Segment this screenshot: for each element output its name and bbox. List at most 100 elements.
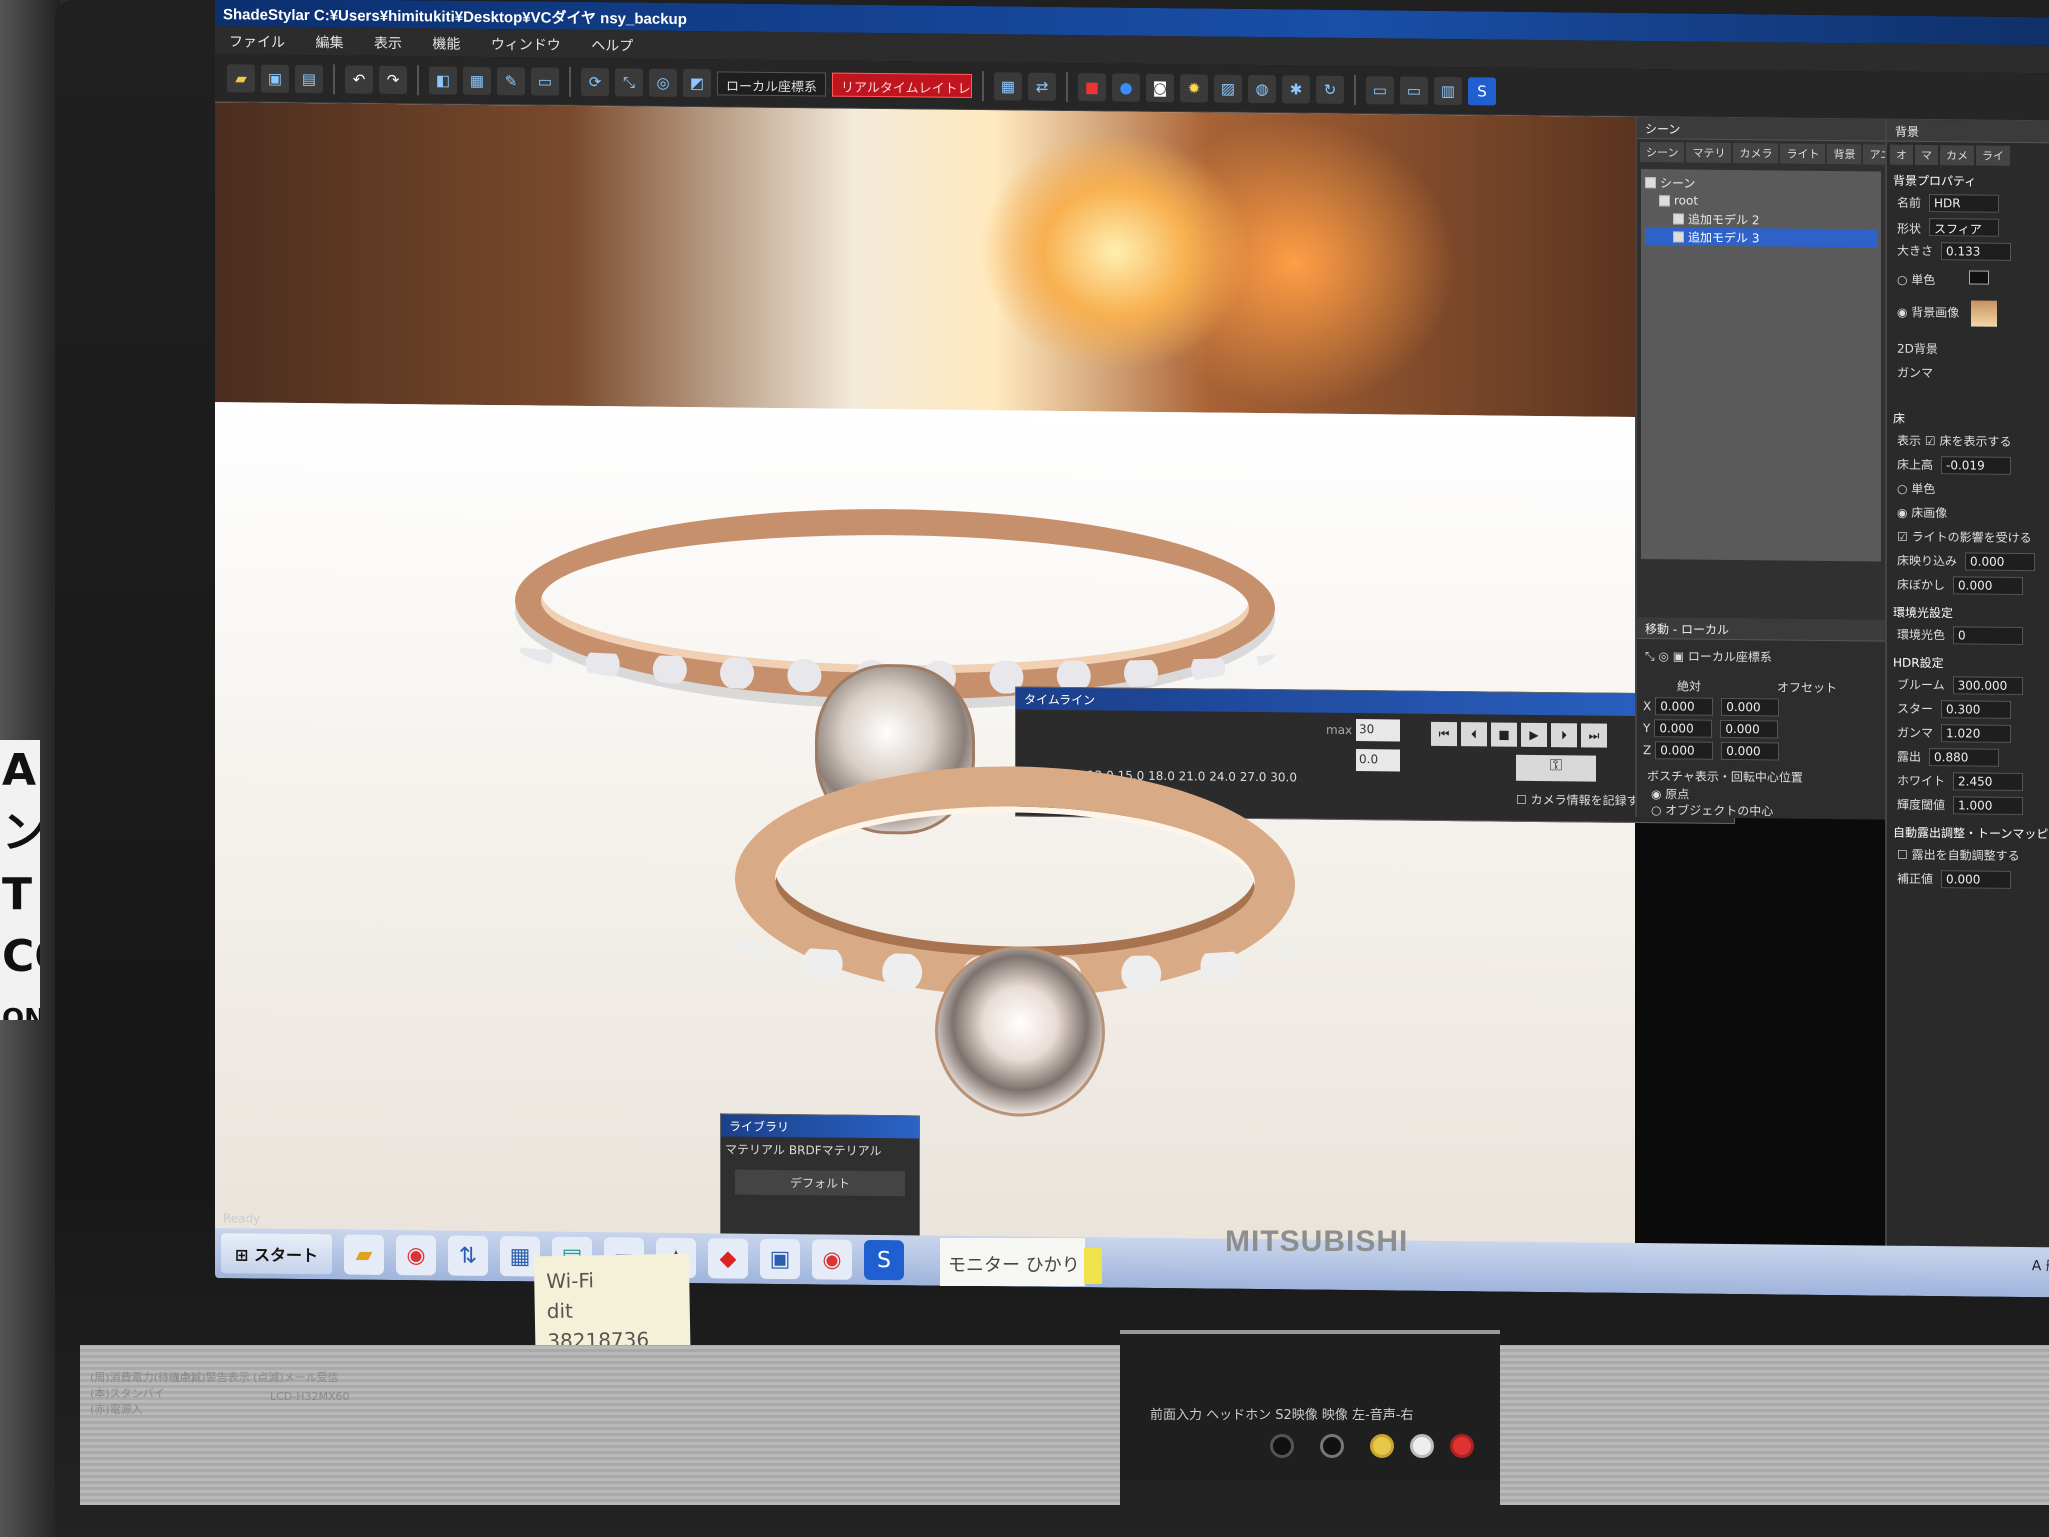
tree-row-selected[interactable]: 追加モデル 3	[1645, 227, 1877, 248]
floor-section[interactable]: 床	[1893, 410, 1905, 427]
size-input[interactable]: 0.133	[1941, 242, 2012, 261]
timeline-current-input[interactable]: 0.0	[1356, 749, 1400, 772]
timeline-title[interactable]: タイムライン	[1016, 687, 1734, 718]
tab-camera[interactable]: カメラ	[1733, 143, 1779, 164]
visibility-checkbox[interactable]	[1673, 212, 1684, 224]
tone-icon[interactable]: ✱	[1282, 74, 1311, 104]
bg-props-section[interactable]: 背景プロパティ	[1893, 172, 1976, 190]
abs-z-input[interactable]: 0.000	[1655, 741, 1714, 760]
exposure-input[interactable]: 0.880	[1929, 748, 2000, 767]
menu-view[interactable]: 表示	[374, 36, 402, 52]
star-input[interactable]: 0.300	[1941, 700, 2012, 719]
camera-icon[interactable]: ◙	[1146, 73, 1175, 102]
swap-icon[interactable]: ⇄	[1028, 72, 1057, 101]
folder-icon[interactable]: ▰	[344, 1234, 384, 1275]
correct-input[interactable]: 0.000	[1941, 870, 2012, 889]
tab-light[interactable]: ライト	[1780, 143, 1826, 164]
brush-icon[interactable]: ✎	[497, 66, 525, 95]
tab-material[interactable]: マテリアル	[725, 1140, 785, 1158]
light-bulb-icon[interactable]: ✹	[1180, 73, 1209, 103]
save-icon[interactable]: ▣	[261, 64, 289, 93]
tab-light[interactable]: ライ	[1976, 145, 2010, 166]
menu-file[interactable]: ファイル	[229, 34, 285, 51]
monitor-icon[interactable]: ▭	[1400, 76, 1429, 105]
floor-show-checkbox[interactable]: ☑	[1925, 434, 1936, 448]
library-title[interactable]: ライブラリ	[721, 1114, 919, 1139]
chrome-icon-2[interactable]: ◉	[812, 1239, 852, 1280]
shape-select[interactable]: スフィア	[1929, 218, 2000, 237]
keyframe-key-button[interactable]: ⚿	[1516, 754, 1596, 782]
orbit-icon[interactable]: ◎	[649, 68, 677, 97]
3d-viewport[interactable]	[215, 102, 1635, 1267]
abs-x-input[interactable]: 0.000	[1655, 697, 1714, 716]
menu-function[interactable]: 機能	[432, 36, 460, 52]
display-icon[interactable]: ▭	[531, 66, 559, 96]
bg-image-radio[interactable]: ◉ 背景画像	[1897, 300, 1998, 327]
chrome-icon[interactable]: ◉	[396, 1235, 436, 1276]
step-back-icon[interactable]: ⏴	[1461, 722, 1487, 747]
render-grid-icon[interactable]: ▦	[994, 71, 1023, 101]
env-input[interactable]: 0	[1953, 626, 2024, 646]
grid-icon[interactable]: ▦	[463, 66, 491, 95]
menu-help[interactable]: ヘルプ	[591, 38, 633, 54]
app-diamond-icon[interactable]: ◆	[708, 1238, 748, 1279]
rotate-icon[interactable]: ⟳	[581, 67, 609, 96]
tab-camera[interactable]: カメ	[1940, 145, 1974, 166]
timeline-max-input[interactable]: 30	[1356, 719, 1400, 742]
gamma-input[interactable]: 1.020	[1941, 724, 2012, 743]
skip-start-icon[interactable]: ⏮	[1431, 721, 1457, 747]
bg-image-thumbnail[interactable]	[1971, 300, 1998, 327]
floor-single-radio[interactable]: ○ 単色	[1897, 480, 1935, 497]
abs-y-input[interactable]: 0.000	[1654, 719, 1713, 738]
tab-material[interactable]: マ	[1915, 144, 1938, 166]
offset-y-input[interactable]: 0.000	[1720, 719, 1779, 739]
offset-x-input[interactable]: 0.000	[1721, 697, 1780, 717]
play-icon[interactable]: ▶	[1521, 722, 1547, 748]
globe-icon[interactable]: ◍	[1248, 74, 1277, 103]
visibility-checkbox[interactable]	[1673, 230, 1684, 242]
background-icon[interactable]: ▨	[1214, 74, 1243, 103]
clamp-input[interactable]: 1.000	[1953, 796, 2024, 816]
tree-row[interactable]: シーン	[1645, 173, 1877, 193]
system-tray[interactable]: A 般 ☺ ◆	[2032, 1255, 2049, 1276]
tab-brdf-material[interactable]: BRDFマテリアル	[789, 1141, 882, 1159]
diamond-front[interactable]	[935, 945, 1105, 1118]
redo-icon[interactable]: ↷	[379, 65, 407, 94]
color-swatch[interactable]	[1969, 270, 1990, 285]
shade-logo-icon[interactable]: S	[1468, 76, 1497, 106]
single-color-radio[interactable]: ○ 単色	[1897, 270, 1990, 289]
floor-texture-radio[interactable]: ◉ 床画像	[1897, 504, 1947, 522]
record-camera-checkbox[interactable]: ☐ カメラ情報を記録する	[1516, 791, 1651, 809]
tab-material[interactable]: マテリ	[1686, 142, 1732, 163]
window-icon[interactable]: ▣	[760, 1238, 800, 1280]
material-icon[interactable]: ■	[1078, 72, 1107, 101]
auto-exposure-section[interactable]: 自動露出調整・トーンマッピング	[1893, 824, 2049, 843]
move-icon[interactable]: ⤡	[615, 67, 643, 97]
hdr-section[interactable]: HDR設定	[1893, 654, 1944, 672]
menu-edit[interactable]: 編集	[315, 35, 343, 51]
library-item-default[interactable]: デフォルト	[735, 1169, 905, 1197]
reflect-input[interactable]: 0.000	[1965, 552, 2036, 572]
window-icon[interactable]: ▭	[1366, 75, 1395, 104]
light-shadow-checkbox[interactable]: ☑ ライトの影響を受ける	[1897, 528, 2032, 546]
network-icon[interactable]: ⇅	[448, 1235, 488, 1276]
tab-scene[interactable]: シーン	[1640, 142, 1685, 163]
env-light-section[interactable]: 環境光設定	[1893, 604, 1953, 622]
move-coord-select[interactable]: ⤡ ◎ ▣ ローカル座標系	[1645, 647, 1772, 665]
save-as-icon[interactable]: ▤	[295, 64, 323, 93]
scale-icon[interactable]: ◩	[683, 68, 711, 97]
auto-exposure-checkbox[interactable]: ☐ 露出を自動調整する	[1897, 846, 2020, 864]
undo-icon[interactable]: ↶	[345, 64, 373, 94]
skip-end-icon[interactable]: ⏭	[1581, 723, 1607, 748]
tab-object[interactable]: オ	[1890, 144, 1913, 165]
visibility-checkbox[interactable]	[1645, 176, 1656, 188]
blur-input[interactable]: 0.000	[1953, 576, 2024, 596]
visibility-checkbox[interactable]	[1659, 194, 1670, 206]
tree-row[interactable]: 追加モデル 2	[1645, 209, 1877, 229]
coordinate-system-select[interactable]: ローカル座標系	[717, 70, 827, 97]
white-input[interactable]: 2.450	[1953, 772, 2024, 792]
start-button[interactable]: ⊞ スタート	[221, 1233, 332, 1275]
menu-window[interactable]: ウィンドウ	[491, 37, 561, 54]
render-mode-select[interactable]: リアルタイムレイトレ	[832, 72, 973, 98]
tab-background[interactable]: 背景	[1827, 143, 1862, 165]
